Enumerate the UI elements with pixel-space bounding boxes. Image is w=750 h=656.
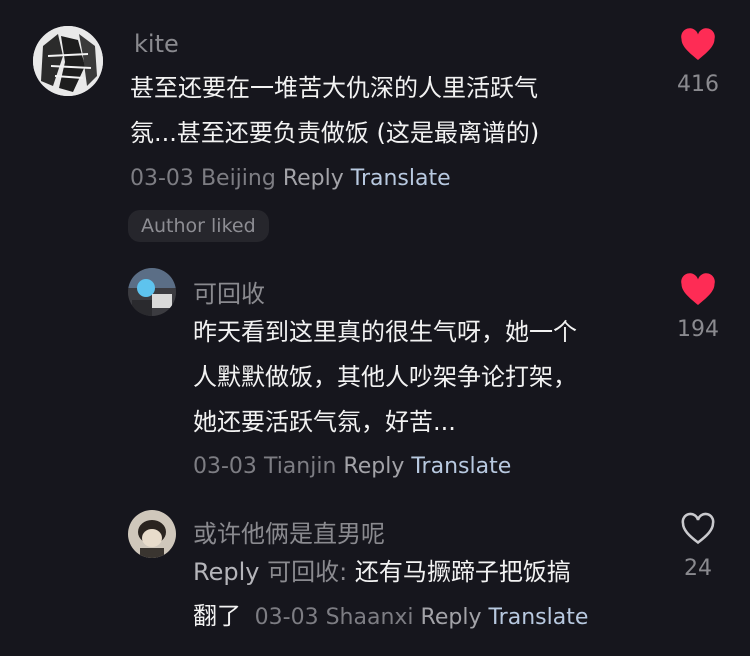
comment-text-line: 昨天看到这里真的很生气呀，她一个 [193, 318, 577, 346]
reply-button[interactable]: Reply [343, 454, 404, 479]
translate-button[interactable]: Translate [488, 605, 588, 630]
comment-text: 翻了 [193, 602, 241, 630]
avatar-kite[interactable] [33, 26, 103, 96]
like-control: 194 [668, 273, 728, 342]
comment-meta: 03-03 Tianjin Reply Translate [193, 454, 511, 479]
comment-text-line: Reply 可回收: 还有马撅蹄子把饭搞 [193, 550, 571, 595]
translate-button[interactable]: Translate [411, 454, 511, 479]
comment-text-line: 氛...甚至还要负责做饭 (这是最离谱的) [130, 119, 540, 147]
comment-username[interactable]: kite [134, 30, 179, 58]
avatar-kehuishou[interactable] [128, 268, 176, 316]
avatar-image [128, 510, 176, 558]
comment-text-line: 甚至还要在一堆苦大仇深的人里活跃气 [130, 74, 538, 102]
mention-link[interactable]: 可回收: [267, 558, 347, 586]
avatar-image [33, 26, 103, 96]
comment-location: Shaanxi [325, 605, 414, 630]
like-count: 194 [677, 317, 719, 342]
comment-text-line: 翻了 03-03 Shaanxi Reply Translate [193, 594, 588, 640]
comment-date: 03-03 [193, 454, 257, 479]
avatar-image [128, 268, 176, 316]
like-control: 24 [668, 512, 728, 581]
translate-button[interactable]: Translate [351, 166, 451, 191]
reply-button[interactable]: Reply [283, 166, 344, 191]
like-count: 24 [684, 556, 712, 581]
heart-outline-icon[interactable] [668, 512, 728, 550]
comment-text: 还有马撅蹄子把饭搞 [354, 558, 571, 586]
comment-location: Beijing [200, 166, 276, 191]
comment-username[interactable]: 可回收 [193, 274, 265, 309]
comment-thread: kite 甚至还要在一堆苦大仇深的人里活跃气 氛...甚至还要负责做饭 (这是最… [0, 0, 750, 656]
comment-date: 03-03 [130, 166, 194, 191]
heart-filled-icon[interactable] [668, 28, 728, 66]
author-liked-badge: Author liked [128, 210, 269, 242]
like-control: 416 [668, 28, 728, 97]
comment-location: Tianjin [263, 454, 337, 479]
reply-button[interactable]: Reply [421, 605, 482, 630]
comment-username[interactable]: 或许他俩是直男呢 [193, 514, 385, 549]
heart-filled-icon[interactable] [668, 273, 728, 311]
comment-date: 03-03 [254, 605, 319, 630]
comment-text-line: 她还要活跃气氛，好苦... [193, 408, 456, 436]
like-count: 416 [677, 72, 719, 97]
avatar-huoxu[interactable] [128, 510, 176, 558]
reply-to-label: Reply 可回收: [193, 558, 348, 586]
comment-meta: 03-03 Shaanxi Reply Translate [255, 605, 589, 630]
comment-text-line: 人默默做饭，其他人吵架争论打架， [193, 363, 577, 391]
comment-meta: 03-03 Beijing Reply Translate [130, 166, 451, 191]
